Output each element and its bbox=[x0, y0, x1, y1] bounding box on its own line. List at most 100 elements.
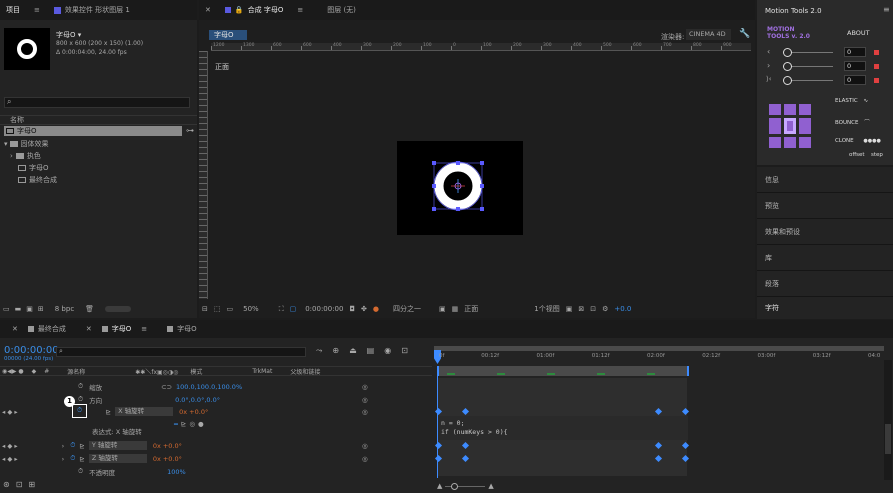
letter-o-shape[interactable] bbox=[397, 141, 523, 235]
motion-blur-icon[interactable]: ◉ bbox=[384, 346, 391, 356]
source-name-column[interactable]: 源名称 bbox=[67, 367, 85, 376]
exposure-value[interactable]: +0.0 bbox=[614, 305, 631, 313]
close-icon[interactable]: ✕ bbox=[86, 325, 92, 333]
tab-final-comp[interactable]: 最终合成 bbox=[38, 324, 66, 334]
side-panel-info[interactable]: 信息 bbox=[757, 167, 893, 193]
property-value[interactable]: 0x +0.0° bbox=[153, 442, 182, 450]
property-row-y-rotation[interactable]: ◂ ◆ ▸ › ⏱ ⊵ Y 轴旋转 0x +0.0° ◎ bbox=[0, 440, 432, 451]
lock-icon[interactable]: 🔒 bbox=[235, 6, 244, 14]
tab-project[interactable]: 项目 bbox=[6, 5, 20, 15]
property-row-opacity[interactable]: ⏱ 不透明度 100% bbox=[0, 466, 432, 477]
zoom-slider[interactable]: ▲ ▲ bbox=[437, 482, 507, 490]
anchor-both-icon[interactable]: ⟩‹ bbox=[766, 75, 772, 83]
project-item-row[interactable]: ▾ 固体效果 bbox=[4, 139, 49, 149]
graph-icon[interactable]: ⊵ bbox=[79, 455, 84, 463]
stopwatch-active-icon[interactable]: ⏱ bbox=[70, 454, 75, 463]
tab-layer[interactable]: 图层 (无) bbox=[327, 5, 356, 15]
tab-effect-controls[interactable]: 效果控件 形状图层 1 bbox=[65, 5, 130, 15]
project-item-row[interactable]: 最终合成 bbox=[18, 175, 57, 185]
fit-icon[interactable]: ⛶ bbox=[279, 305, 284, 314]
timeline-search-input[interactable]: ⌕ bbox=[56, 347, 306, 357]
color-icon[interactable]: ✤ bbox=[361, 305, 367, 313]
views-select[interactable]: 1个视图 bbox=[534, 304, 559, 314]
step-label[interactable]: step bbox=[871, 152, 883, 158]
project-item-row[interactable]: 字母O bbox=[18, 163, 49, 173]
timeline-timecode[interactable]: 0:00:00:00 bbox=[4, 345, 59, 356]
menu-icon[interactable]: ≡ bbox=[297, 6, 303, 14]
roi-icon[interactable]: ▣ bbox=[439, 305, 446, 313]
property-row-scale[interactable]: ⏱ 缩放 ⊂⊃ 100.0,100.0,100.0% ◎ bbox=[0, 381, 432, 392]
in-out-icon[interactable]: ⊞ bbox=[28, 480, 35, 489]
renderer-select[interactable]: CINEMA 4D bbox=[686, 29, 731, 40]
clone-button[interactable]: CLONE ●●●● bbox=[835, 138, 881, 144]
close-icon[interactable]: ✕ bbox=[12, 325, 18, 333]
anchor-cell[interactable] bbox=[799, 117, 811, 135]
work-area-bar[interactable] bbox=[434, 346, 884, 351]
chevron-right-icon[interactable]: › bbox=[62, 442, 65, 450]
side-panel-effects[interactable]: 效果和预设 bbox=[757, 219, 893, 245]
anchor-right-icon[interactable]: › bbox=[767, 61, 770, 70]
project-scrollbar[interactable] bbox=[105, 306, 132, 312]
mode-column[interactable]: 模式 bbox=[190, 367, 202, 376]
slider-knob[interactable] bbox=[783, 76, 792, 85]
anchor-cell[interactable] bbox=[784, 137, 796, 148]
camera-select[interactable]: 正面 bbox=[464, 304, 524, 314]
pick-whip-icon[interactable]: ◎ bbox=[362, 383, 368, 391]
resolution-select[interactable]: 四分之一 bbox=[393, 304, 421, 314]
anchor-cell[interactable] bbox=[769, 137, 781, 148]
anchor-cell[interactable] bbox=[799, 137, 811, 148]
property-value[interactable]: 0.0°,0.0°,0.0° bbox=[175, 396, 220, 404]
chevron-down-icon[interactable]: ▾ bbox=[4, 140, 8, 148]
new-comp-icon[interactable]: ▣ bbox=[26, 305, 33, 313]
anchor-grid[interactable] bbox=[769, 104, 813, 148]
trkmat-column[interactable]: TrkMat bbox=[252, 368, 272, 375]
time-ruler[interactable]: 0f 00:12f 01:00f 01:12f 02:00f 02:12f 03:00f 03… bbox=[434, 342, 884, 364]
project-item-row[interactable]: › 执色 bbox=[10, 151, 41, 161]
property-row-z-rotation[interactable]: ◂ ◆ ▸ › ⏱ ⊵ Z 轴旋转 0x +0.0° ◎ bbox=[0, 453, 432, 464]
display-icon[interactable]: ▭ bbox=[227, 305, 234, 313]
region-icon[interactable]: ⬚ bbox=[214, 305, 221, 313]
timeline-scrollbar[interactable] bbox=[884, 360, 892, 480]
keyframe-nav-icon[interactable]: ◂ ◆ ▸ bbox=[2, 408, 18, 416]
comp-timecode[interactable]: 0:00:00:00 bbox=[305, 305, 343, 313]
keyframe-nav-icon[interactable]: ◂ ◆ ▸ bbox=[2, 455, 18, 463]
about-button[interactable]: ABOUT bbox=[847, 29, 870, 37]
menu-icon[interactable]: ≡ bbox=[34, 6, 40, 14]
stopwatch-icon[interactable]: ⏱ bbox=[78, 382, 83, 391]
draft-3d-icon[interactable]: ⊡ bbox=[590, 305, 596, 313]
work-area-range[interactable] bbox=[437, 366, 689, 376]
property-value[interactable]: 0x +0.0° bbox=[153, 455, 182, 463]
wrench-icon[interactable]: 🔧 bbox=[739, 29, 750, 39]
chevron-right-icon[interactable]: › bbox=[10, 152, 13, 160]
stopwatch-active-icon[interactable]: ⏱ bbox=[70, 441, 75, 450]
anchor-cell-center[interactable] bbox=[784, 117, 796, 135]
pick-whip-icon[interactable]: ◎ bbox=[362, 396, 368, 404]
anchor-cell[interactable] bbox=[799, 104, 811, 115]
offset-label[interactable]: offset bbox=[849, 152, 865, 158]
elastic-button[interactable]: ELASTIC ∿ bbox=[835, 98, 868, 104]
tab-letter-o-2[interactable]: 字母O bbox=[177, 324, 197, 334]
trash-icon[interactable]: 🗑 bbox=[85, 305, 94, 313]
view-options-icon[interactable]: ▣ bbox=[566, 305, 573, 313]
shy-icon[interactable]: ⏏ bbox=[349, 346, 357, 356]
anchor-cell[interactable] bbox=[769, 117, 781, 135]
project-item-row-selected[interactable]: 字母O bbox=[4, 126, 182, 136]
zoom-knob[interactable] bbox=[451, 482, 459, 490]
share-icon[interactable]: ⊠ bbox=[578, 305, 584, 313]
pick-whip-icon[interactable]: ◎ bbox=[362, 442, 368, 450]
pick-whip-icon[interactable]: ◎ bbox=[362, 455, 368, 463]
mask-icon[interactable]: ● bbox=[373, 305, 379, 313]
slider-value-input[interactable]: 0 bbox=[844, 61, 866, 71]
close-icon[interactable]: ✕ bbox=[205, 6, 211, 14]
anchor-cell[interactable] bbox=[784, 104, 796, 115]
settings-icon[interactable]: ⚙ bbox=[602, 305, 608, 313]
side-panel-character[interactable]: 字符 bbox=[757, 297, 893, 319]
tab-letter-o[interactable]: 字母O bbox=[112, 324, 132, 334]
slider-value-input[interactable]: 0 bbox=[844, 75, 866, 85]
graph-icon[interactable]: ⊵ bbox=[106, 408, 111, 416]
flowchart-icon[interactable]: ⊶ bbox=[186, 126, 194, 135]
slider-knob[interactable] bbox=[783, 48, 792, 57]
stopwatch-icon[interactable]: ⏱ bbox=[78, 395, 83, 404]
transfer-controls-icon[interactable]: ⊡ bbox=[16, 480, 23, 489]
graph-editor-icon[interactable]: ⊡ bbox=[401, 346, 408, 356]
